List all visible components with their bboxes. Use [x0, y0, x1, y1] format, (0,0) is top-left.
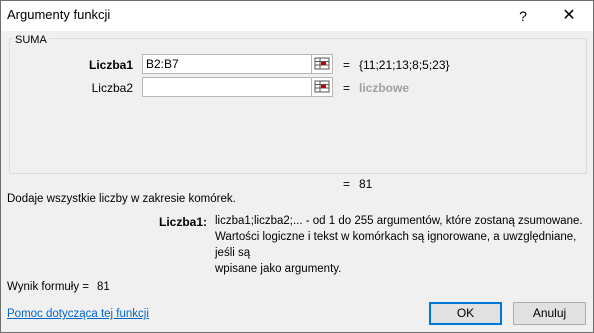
collapse-range-icon	[314, 57, 330, 70]
arg-label-liczba2: Liczba2	[91, 81, 133, 95]
dialog-title: Argumenty funkcji	[7, 7, 111, 22]
arg-input-liczba2[interactable]	[142, 77, 312, 97]
function-arguments-dialog: Argumenty funkcji ? ✕ SUMA Liczba1 = {11…	[0, 0, 594, 333]
arg-result-liczba1: {11;21;13;8;5;23}	[359, 58, 450, 72]
formula-result-value: 81	[97, 281, 110, 293]
formula-result-label: Wynik formuły =	[7, 281, 90, 293]
arg-help-line: Wartości logiczne i tekst w komórkach są…	[215, 231, 577, 259]
arg-help-line: liczba1;liczba2;... - od 1 do 255 argume…	[215, 215, 583, 227]
arg-help-line: wpisane jako argumenty.	[215, 263, 342, 275]
help-link[interactable]: Pomoc dotycząca tej funkcji	[7, 308, 149, 320]
arg-result-liczba2: liczbowe	[359, 81, 410, 95]
arg-input-liczba1[interactable]	[142, 54, 312, 74]
arg-equals-1: =	[343, 58, 351, 72]
collapse-range-icon	[314, 80, 330, 93]
ok-button[interactable]: OK	[429, 302, 502, 325]
title-bar: Argumenty funkcji ? ✕	[1, 1, 593, 31]
close-button[interactable]: ✕	[549, 3, 589, 29]
collapse-range-button-2[interactable]	[311, 77, 333, 97]
arg-equals-2: =	[343, 81, 351, 95]
arg-label-liczba1: Liczba1	[88, 58, 133, 72]
collapse-range-button-1[interactable]	[311, 54, 333, 74]
arg-help-name: Liczba1:	[159, 215, 208, 229]
cancel-button[interactable]: Anuluj	[513, 302, 586, 325]
function-result-equals: =	[343, 177, 351, 191]
function-description: Dodaje wszystkie liczby w zakresie komór…	[7, 193, 236, 205]
arg-help-text: liczba1;liczba2;... - od 1 do 255 argume…	[215, 213, 593, 277]
function-name: SUMA	[13, 34, 49, 46]
help-button[interactable]: ?	[509, 5, 537, 27]
function-result-value: 81	[359, 177, 373, 191]
